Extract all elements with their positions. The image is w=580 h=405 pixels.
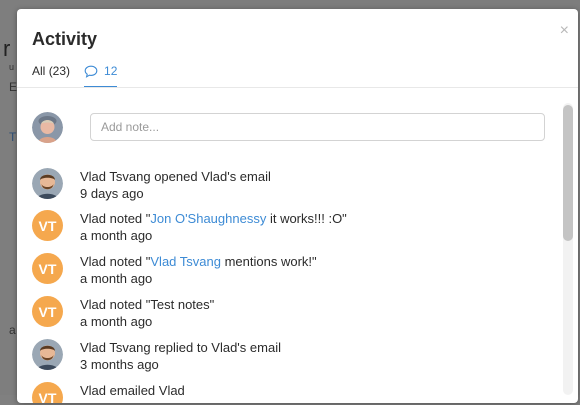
close-icon[interactable]: × <box>560 23 569 39</box>
activity-time: a month ago <box>80 228 153 243</box>
avatar: VT <box>32 210 63 241</box>
activity-time: 3 months ago <box>80 357 159 372</box>
activity-feed: Vlad Tsvang opened Vlad's email 9 days a… <box>17 88 564 403</box>
activity-text: it works!!! :O" <box>266 211 347 226</box>
list-item: VT Vlad noted "Test notes" a month ago <box>32 294 547 332</box>
scrollbar-thumb[interactable] <box>563 105 573 241</box>
avatar <box>32 339 63 370</box>
tab-notes-count: 12 <box>104 64 118 78</box>
activity-tabs: All (23) 12 <box>32 64 131 88</box>
add-note-input[interactable] <box>90 113 545 141</box>
activity-text: mentions work!" <box>220 254 317 269</box>
tab-all-count: (23) <box>48 64 71 78</box>
list-item: VT Vlad noted "Jon O'Shaughnessy it work… <box>32 208 547 246</box>
tab-notes[interactable]: 12 <box>84 64 118 88</box>
activity-text: Vlad Tsvang opened Vlad's email <box>80 169 271 184</box>
background-text: u <box>9 62 15 72</box>
activity-text: Vlad noted "Test notes" <box>80 297 215 312</box>
list-item: VT Vlad noted "Vlad Tsvang mentions work… <box>32 251 547 289</box>
background-text: E <box>9 80 18 94</box>
modal-title: Activity <box>32 29 98 49</box>
mention-link[interactable]: Jon O'Shaughnessy <box>150 211 266 226</box>
activity-text: Vlad Tsvang replied to Vlad's email <box>80 340 281 355</box>
feed-scrollbar[interactable] <box>561 103 575 395</box>
activity-text: Vlad noted " <box>80 254 151 269</box>
tab-all[interactable]: All (23) <box>32 64 70 86</box>
avatar <box>32 168 63 199</box>
list-item: Vlad Tsvang replied to Vlad's email 3 mo… <box>32 337 547 375</box>
activity-modal: Activity × All (23) 12 Add note... Vlad … <box>17 9 578 403</box>
avatar: VT <box>32 296 63 327</box>
avatar: VT <box>32 382 63 403</box>
mention-link[interactable]: Vlad Tsvang <box>150 254 221 269</box>
background-text: T <box>9 130 17 144</box>
activity-text: Vlad noted " <box>80 211 151 226</box>
background-text: r <box>3 36 11 61</box>
list-item: Vlad Tsvang opened Vlad's email 9 days a… <box>32 166 547 204</box>
activity-time: a month ago <box>80 314 153 329</box>
avatar: VT <box>32 253 63 284</box>
activity-time: 9 days ago <box>80 186 144 201</box>
avatar <box>32 112 63 143</box>
speech-bubble-icon <box>84 65 98 78</box>
tab-all-label: All <box>32 64 46 78</box>
add-note-row <box>32 112 547 144</box>
background-text: a <box>9 323 16 337</box>
list-item: VT Vlad emailed Vlad <box>32 380 547 403</box>
activity-time: a month ago <box>80 271 153 286</box>
activity-text: Vlad emailed Vlad <box>80 383 185 398</box>
